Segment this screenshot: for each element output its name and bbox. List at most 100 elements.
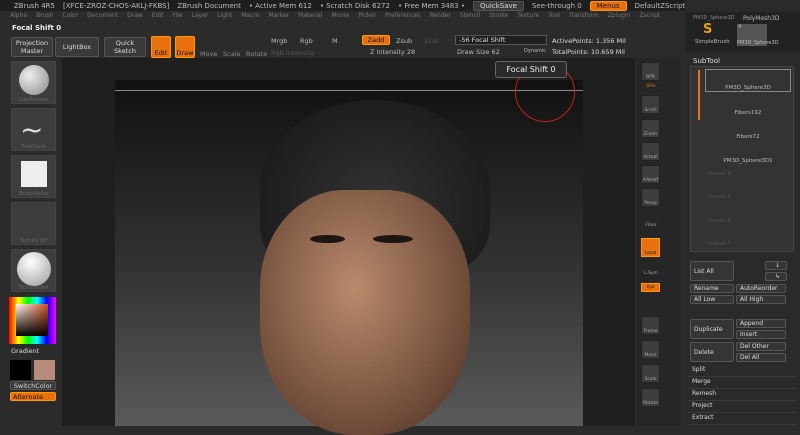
edit-button[interactable]: Edit (151, 36, 171, 58)
rename-button[interactable]: Rename (690, 284, 734, 293)
autoreorder-button[interactable]: AutoReorder (736, 284, 786, 293)
xyz-button[interactable]: Xyz (641, 283, 660, 292)
tool-simplebrush[interactable]: SimpleBrush (695, 39, 730, 45)
menus-button[interactable]: Menus (589, 0, 627, 11)
list-all-button[interactable]: List All (690, 261, 734, 281)
menu-transform[interactable]: Transform (569, 12, 599, 22)
move-right-button[interactable]: ↳ (765, 272, 787, 281)
menu-stroke[interactable]: Stroke (489, 12, 508, 22)
actual-button[interactable]: Actual (641, 142, 660, 161)
remesh-section[interactable]: Remesh (688, 390, 796, 401)
quicksave-button[interactable]: QuickSave (472, 0, 524, 11)
subtool-title[interactable]: SubTool (693, 57, 720, 65)
subtool-item[interactable]: Fibers72 (705, 117, 791, 140)
del-other-button[interactable]: Del Other (736, 342, 786, 351)
menu-alpha[interactable]: Alpha (10, 12, 27, 22)
projection-master-button[interactable]: Projection Master (11, 37, 53, 57)
duplicate-button[interactable]: Duplicate (690, 319, 734, 339)
project-section[interactable]: Project (688, 402, 796, 413)
menu-draw[interactable]: Draw (127, 12, 143, 22)
color-picker[interactable] (9, 297, 56, 344)
subtool-item[interactable]: Fibers192 (705, 93, 791, 116)
alternate-button[interactable]: Alternate (10, 392, 56, 401)
merge-section[interactable]: Merge (688, 378, 796, 389)
rotate-view-button[interactable]: Rotate (641, 388, 660, 407)
stroke-thumbnail[interactable]: ~ FreeHand (11, 108, 56, 151)
document-viewport[interactable] (115, 62, 583, 435)
menu-file[interactable]: File (172, 12, 182, 22)
move-down-button[interactable]: ↓ (765, 261, 787, 270)
menu-macro[interactable]: Macro (241, 12, 259, 22)
menu-edit[interactable]: Edit (152, 12, 164, 22)
menu-preferences[interactable]: Preferences (385, 12, 420, 22)
tool-polymesh3d[interactable]: PolyMesh3D (743, 15, 780, 22)
menu-picker[interactable]: Picker (358, 12, 376, 22)
zadd-button[interactable]: Zadd (362, 35, 390, 45)
menu-movie[interactable]: Movie (332, 12, 350, 22)
menu-texture[interactable]: Texture (517, 12, 539, 22)
split-section[interactable]: Split (688, 366, 796, 377)
frame-button[interactable]: Frame (641, 316, 660, 335)
draw-size-slider[interactable]: Draw Size 62 (457, 48, 500, 56)
gradient-button[interactable]: Gradient (11, 347, 39, 355)
brush-thumbnail[interactable]: ClayBuildup (11, 61, 56, 104)
switch-color-button[interactable]: SwitchColor (10, 381, 56, 390)
material-thumbnail[interactable]: SkinShade4 (11, 249, 56, 292)
draw-button[interactable]: Draw (175, 36, 195, 58)
menu-light[interactable]: Light (217, 12, 232, 22)
script-button[interactable]: DefaultZScript (635, 2, 686, 10)
lsym-button[interactable]: L.Sym (639, 271, 663, 276)
alpha-thumbnail[interactable]: BrushAlpha (11, 155, 56, 198)
scale-button[interactable]: Scale (223, 50, 241, 58)
dynamic-button[interactable]: Dynamic (524, 48, 546, 54)
subtool-item[interactable]: PM3D_Sphere3D1 (705, 141, 791, 164)
floor-button[interactable]: Floor (639, 223, 663, 228)
aahalf-button[interactable]: AAHalf (641, 165, 660, 184)
menu-tool[interactable]: Tool (548, 12, 560, 22)
rgb-intensity-slider[interactable]: Rgb Intensity (271, 49, 314, 57)
del-all-button[interactable]: Del All (736, 353, 786, 362)
rgb-button[interactable]: Rgb (300, 37, 313, 45)
append-button[interactable]: Append (736, 319, 786, 328)
bpr-button[interactable]: BPR (641, 62, 660, 81)
menu-zscript[interactable]: Zscript (639, 12, 660, 22)
all-low-button[interactable]: All Low (690, 295, 734, 304)
focal-shift-slider[interactable]: -56 Focal Shift (455, 35, 547, 45)
texture-thumbnail[interactable]: Texture Off (11, 202, 56, 245)
menu-render[interactable]: Render (429, 12, 450, 22)
secondary-color-swatch[interactable] (34, 360, 55, 380)
menu-marker[interactable]: Marker (268, 12, 289, 22)
lightbox-button[interactable]: LightBox (55, 37, 99, 57)
scroll-button[interactable]: Scroll (641, 95, 660, 114)
rotate-button[interactable]: Rotate (246, 50, 267, 58)
zsub-button[interactable]: Zsub (396, 37, 412, 45)
scale-view-button[interactable]: Scale (641, 364, 660, 383)
menu-layer[interactable]: Layer (192, 12, 209, 22)
tool-pm3d-sphere-2[interactable]: PM3D_Sphere3D (737, 40, 779, 46)
menu-stencil[interactable]: Stencil (460, 12, 480, 22)
subtool-scrollbar[interactable] (698, 70, 700, 120)
m-button[interactable]: M (332, 37, 338, 45)
menu-zplugin[interactable]: Zplugin (608, 12, 631, 22)
see-through-slider[interactable]: See-through 0 (532, 2, 582, 10)
subtool-item[interactable]: PM3D_Sphere3D (705, 69, 791, 92)
insert-button[interactable]: Insert (736, 330, 786, 339)
tool-pm3d-sphere[interactable]: PM3D_Sphere3D (693, 15, 735, 21)
mrgb-button[interactable]: Mrgb (271, 37, 287, 45)
menu-document[interactable]: Document (87, 12, 118, 22)
local-button[interactable]: Local (641, 238, 660, 257)
persp-button[interactable]: Persp (641, 188, 660, 207)
quick-sketch-button[interactable]: Quick Sketch (104, 37, 146, 57)
z-intensity-slider[interactable]: Z Intensity 28 (370, 48, 415, 56)
extract-section[interactable]: Extract (688, 414, 796, 425)
move-button[interactable]: Move (200, 50, 217, 58)
spix-slider[interactable]: SPix (639, 84, 663, 89)
delete-button[interactable]: Delete (690, 342, 734, 362)
all-high-button[interactable]: All High (736, 295, 786, 304)
zoom-button[interactable]: Zoom (641, 119, 660, 138)
zcut-button[interactable]: Zcut (424, 37, 439, 45)
menu-color[interactable]: Color (62, 12, 78, 22)
menu-material[interactable]: Material (298, 12, 322, 22)
main-color-swatch[interactable] (10, 360, 31, 380)
menu-brush[interactable]: Brush (36, 12, 53, 22)
